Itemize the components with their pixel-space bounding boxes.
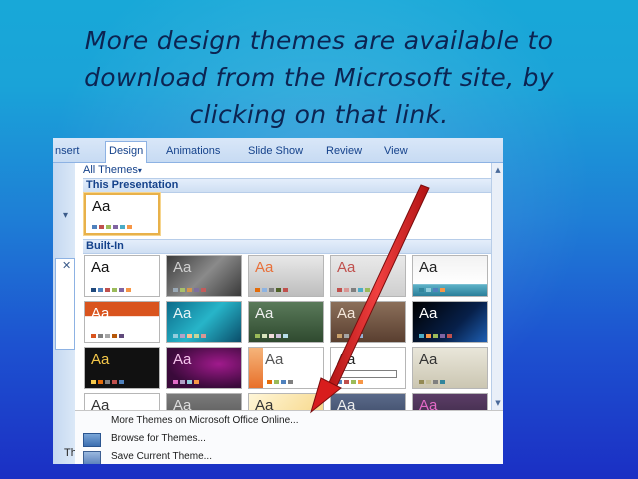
theme-preview-text: Aa [173, 351, 192, 368]
office-online-icon [83, 415, 99, 427]
theme-thumb[interactable]: Aa [412, 347, 488, 389]
theme-thumb[interactable]: Aa [84, 301, 160, 343]
theme-accent-bar [249, 348, 263, 388]
folder-browse-icon [83, 433, 101, 447]
dropdown-label: All Themes [83, 164, 138, 176]
save-theme-icon [83, 451, 101, 464]
themes-menu: More Themes on Microsoft Office Online..… [75, 410, 503, 464]
theme-thumb[interactable]: Aa [330, 255, 406, 297]
color-swatches [173, 334, 233, 338]
color-swatches [92, 225, 152, 229]
theme-decoration [337, 370, 397, 378]
theme-preview-text: Aa [337, 305, 356, 322]
theme-preview-text: Aa [91, 305, 110, 322]
scroll-down-icon[interactable]: ▼ [493, 397, 503, 409]
scroll-up-icon[interactable]: ▲ [493, 164, 503, 176]
theme-preview-text: Aa [337, 259, 356, 276]
color-swatches [337, 380, 397, 384]
menu-item-more-themes[interactable]: More Themes on Microsoft Office Online..… [75, 412, 503, 430]
color-swatches [91, 334, 151, 338]
color-swatches [91, 380, 151, 384]
theme-thumb[interactable]: Aa [84, 255, 160, 297]
theme-preview-text: Aa [419, 351, 438, 368]
color-swatches [337, 334, 397, 338]
close-icon[interactable]: ✕ [62, 259, 71, 272]
tab-insert[interactable]: nsert [55, 142, 79, 162]
theme-preview-text: Aa [255, 305, 274, 322]
color-swatches [91, 288, 151, 292]
theme-thumb[interactable]: Aa [166, 255, 242, 297]
theme-thumb[interactable]: Aa [412, 301, 488, 343]
theme-thumb[interactable]: Aa [248, 347, 324, 389]
all-themes-dropdown[interactable]: All Themes▾ [83, 164, 142, 176]
tab-review[interactable]: Review [326, 142, 362, 162]
theme-preview-text: Aa [92, 198, 111, 215]
color-swatches [255, 334, 315, 338]
theme-preview-text: Aa [419, 259, 438, 276]
ribbon-tab-bar: nsert Design Animations Slide Show Revie… [53, 138, 503, 163]
tab-design[interactable]: Design [105, 141, 148, 163]
theme-preview-text: Aa [255, 259, 274, 276]
color-swatches [267, 380, 323, 384]
menu-item-browse-themes[interactable]: Browse for Themes... [75, 430, 503, 448]
tab-slide-show[interactable]: Slide Show [248, 142, 303, 162]
theme-thumb[interactable]: Aa [166, 301, 242, 343]
chevron-down-icon[interactable]: ▾ [63, 210, 68, 221]
menu-item-label: Save Current Theme... [111, 451, 212, 462]
tab-animations[interactable]: Animations [166, 142, 220, 162]
theme-preview-text: Aa [91, 259, 110, 276]
theme-thumb[interactable]: Aa [412, 255, 488, 297]
color-swatches [173, 288, 233, 292]
section-built-in: Built-In [83, 239, 494, 254]
theme-thumb[interactable]: Aa [84, 347, 160, 389]
theme-thumb[interactable]: Aa [330, 347, 406, 389]
theme-thumb[interactable]: Aa [330, 301, 406, 343]
tab-view[interactable]: View [384, 142, 408, 162]
section-this-presentation: This Presentation [83, 178, 494, 193]
theme-thumb[interactable]: Aa [166, 347, 242, 389]
theme-thumb-current[interactable]: Aa [84, 193, 160, 235]
color-swatches [173, 380, 233, 384]
slides-pane-edge: ▾ ✕ Th [53, 163, 77, 464]
color-swatches [419, 380, 479, 384]
menu-item-label: More Themes on Microsoft Office Online..… [111, 415, 299, 426]
theme-preview-text: Aa [173, 259, 192, 276]
color-swatches [255, 288, 315, 292]
slide-title: More design themes are available to down… [84, 26, 554, 129]
color-swatches [337, 288, 397, 292]
theme-preview-text: Aa [265, 351, 284, 368]
theme-preview-text: Aa [337, 351, 356, 368]
theme-preview-text: Aa [173, 305, 192, 322]
chevron-down-icon: ▾ [137, 166, 142, 175]
menu-item-save-theme[interactable]: Save Current Theme... [75, 448, 503, 464]
gallery-scrollbar[interactable]: ▲ ▼ [491, 163, 503, 410]
powerpoint-screenshot: nsert Design Animations Slide Show Revie… [53, 138, 503, 464]
color-swatches [419, 288, 479, 292]
menu-item-label: Browse for Themes... [111, 433, 206, 444]
theme-thumb[interactable]: Aa [248, 301, 324, 343]
theme-preview-text: Aa [419, 305, 438, 322]
color-swatches [419, 334, 479, 338]
theme-preview-text: Aa [91, 351, 110, 368]
theme-thumb[interactable]: Aa [248, 255, 324, 297]
